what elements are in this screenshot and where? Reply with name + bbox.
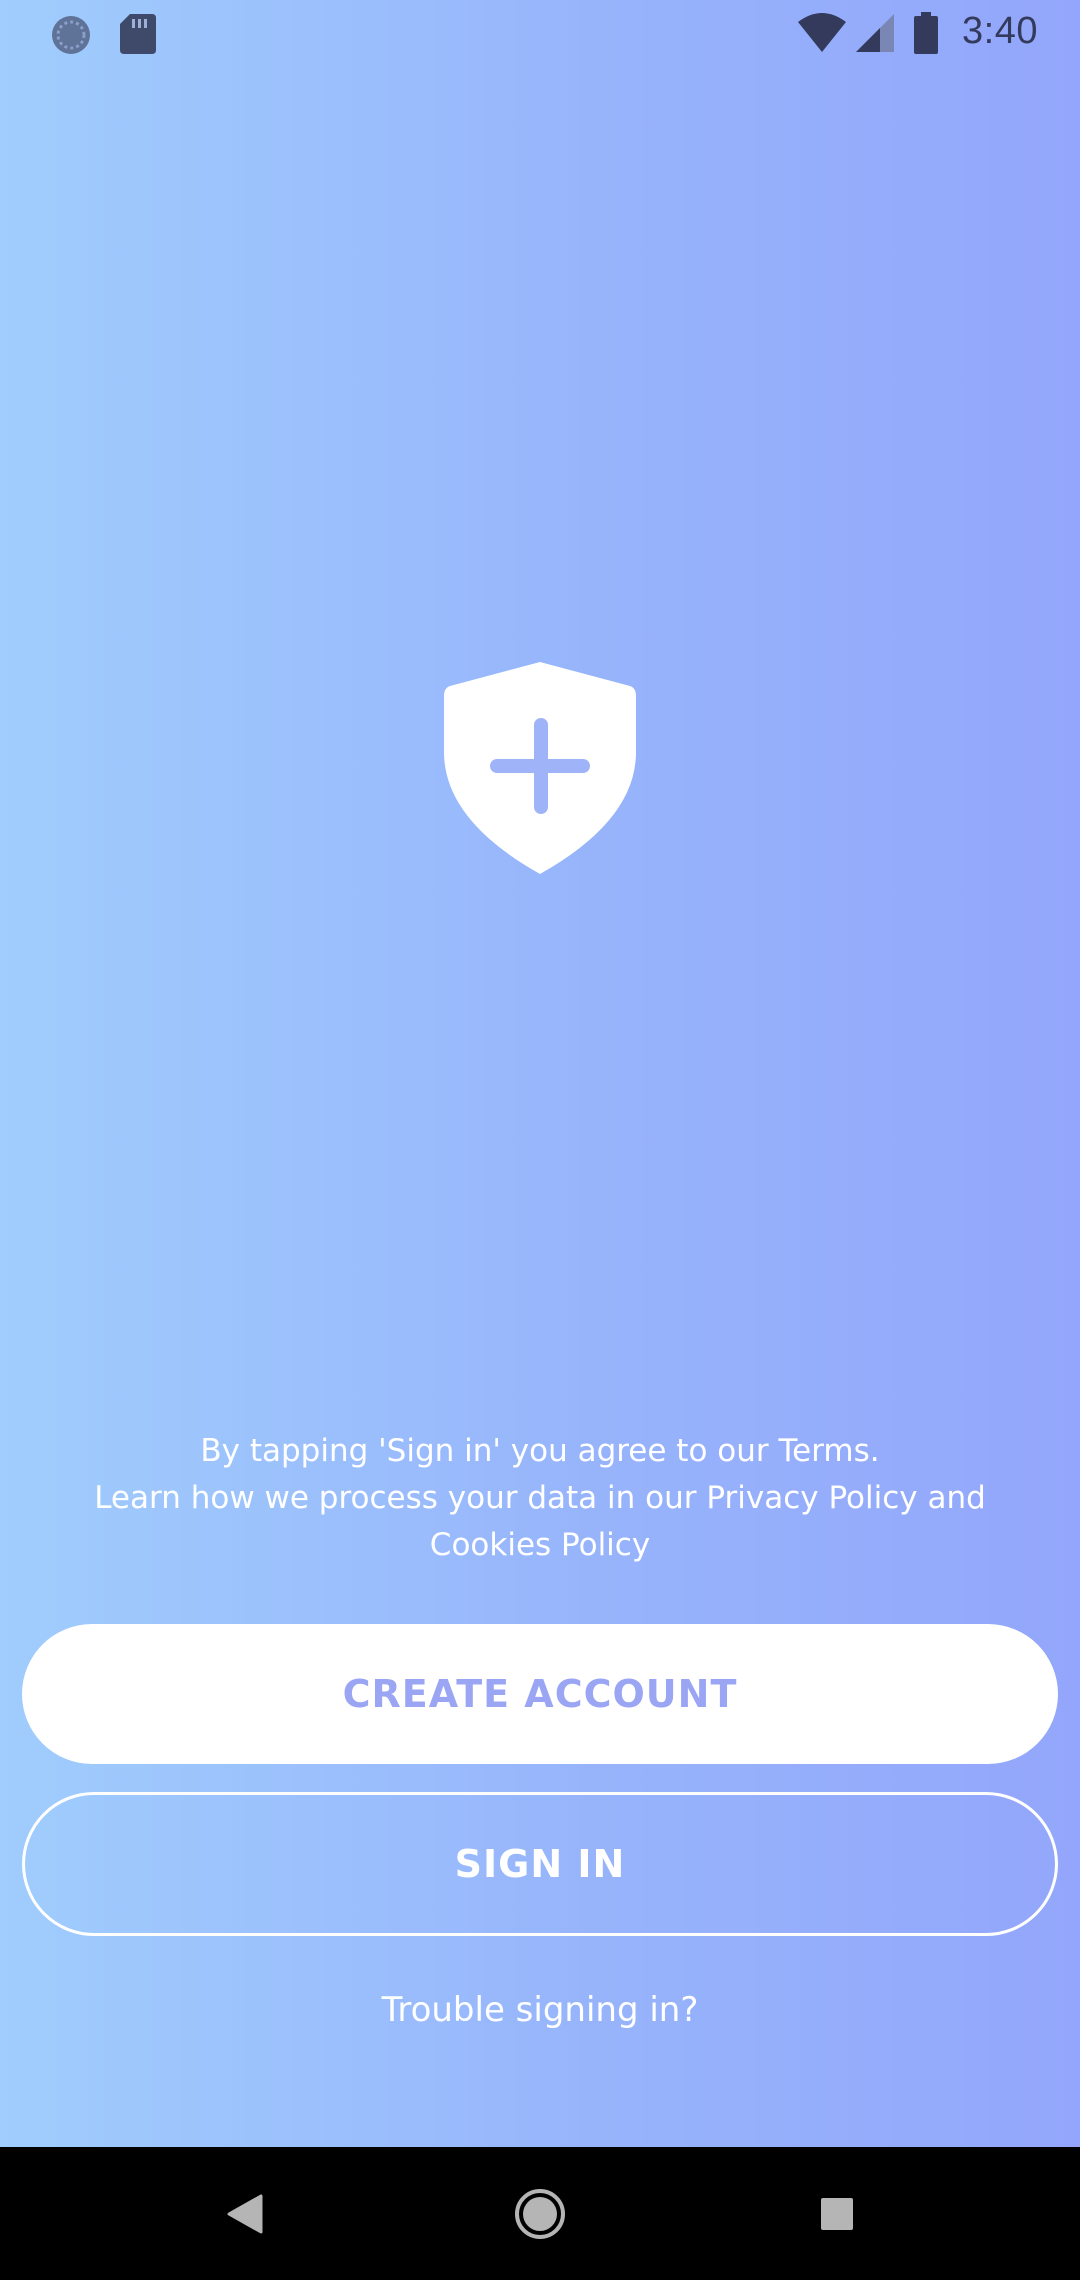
back-button[interactable] bbox=[200, 2147, 290, 2280]
app-logo bbox=[444, 660, 636, 876]
create-account-button[interactable]: CREATE ACCOUNT bbox=[22, 1624, 1058, 1764]
home-icon bbox=[515, 2188, 565, 2239]
terms-line-2[interactable]: Learn how we process your data in our Pr… bbox=[20, 1475, 1060, 1522]
shield-plus-icon bbox=[444, 662, 636, 874]
terms-text: By tapping 'Sign in' you agree to our Te… bbox=[20, 1428, 1060, 1569]
clock: 3:40 bbox=[962, 10, 1038, 52]
recents-icon bbox=[821, 2197, 853, 2230]
sign-in-button[interactable]: SIGN IN bbox=[22, 1792, 1058, 1936]
terms-line-3[interactable]: Cookies Policy bbox=[20, 1522, 1060, 1569]
trouble-signing-in-link[interactable]: Trouble signing in? bbox=[0, 1990, 1080, 2030]
navigation-bar bbox=[0, 2147, 1080, 2280]
sync-icon bbox=[50, 14, 92, 60]
back-icon bbox=[227, 2194, 263, 2233]
sd-card-icon bbox=[120, 14, 156, 58]
terms-line-1: By tapping 'Sign in' you agree to our Te… bbox=[200, 1433, 880, 1469]
main-content: 3:40 By tapping 'Sign in' you agree to o… bbox=[0, 0, 1080, 2147]
screen: 3:40 By tapping 'Sign in' you agree to o… bbox=[0, 0, 1080, 2280]
recents-button[interactable] bbox=[792, 2147, 882, 2280]
wifi-icon bbox=[798, 12, 846, 58]
battery-icon bbox=[914, 12, 938, 58]
status-bar: 3:40 bbox=[0, 0, 1080, 66]
home-button[interactable] bbox=[495, 2147, 585, 2280]
cellular-signal-icon bbox=[856, 12, 894, 58]
